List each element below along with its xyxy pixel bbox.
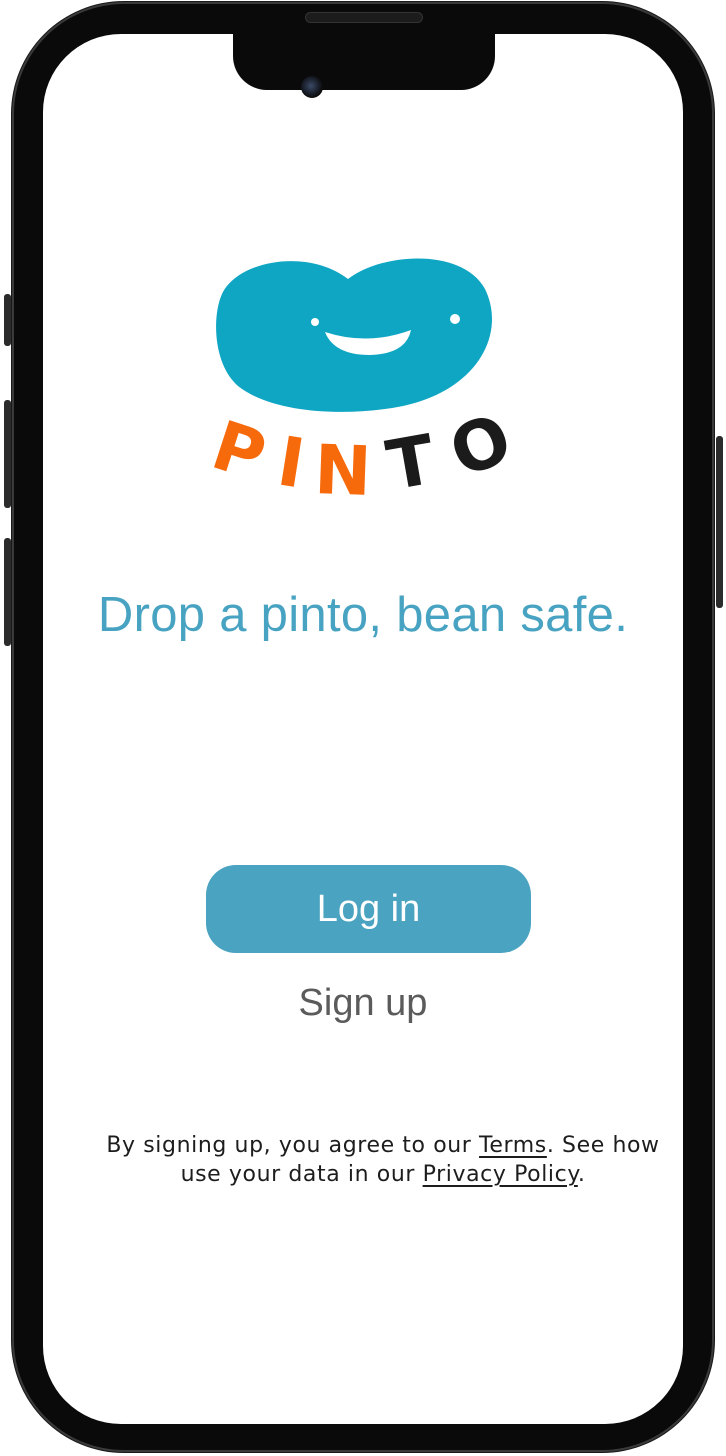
logo-letter-i: I <box>272 423 309 504</box>
privacy-policy-link[interactable]: Privacy Policy <box>423 1162 578 1187</box>
terms-link[interactable]: Terms <box>479 1133 547 1158</box>
tagline: Drop a pinto, bean safe. <box>97 588 629 642</box>
bean-shape <box>216 258 492 412</box>
app-screen: P I N T O Drop a pinto, bean safe. Log i… <box>43 34 683 1424</box>
logo-letter-n: N <box>313 431 373 504</box>
login-button[interactable]: Log in <box>206 865 531 953</box>
volume-down-button <box>4 538 11 646</box>
notch <box>233 34 495 90</box>
legal-text-3: . <box>577 1162 586 1187</box>
logo-letter-o: O <box>439 399 522 494</box>
legal-text-1: By signing up, you agree to our <box>106 1133 480 1158</box>
earpiece-speaker <box>305 12 423 23</box>
signup-link[interactable]: Sign up <box>43 982 683 1025</box>
power-button <box>716 436 723 608</box>
pinto-logo: P I N T O <box>203 258 523 504</box>
bean-eye-left <box>311 318 319 326</box>
volume-up-button <box>4 400 11 508</box>
bean-eye-right <box>450 314 460 324</box>
front-camera <box>301 76 323 98</box>
legal-disclaimer: By signing up, you agree to our Terms. S… <box>83 1131 683 1189</box>
login-button-label: Log in <box>316 887 421 930</box>
silent-switch <box>4 294 11 346</box>
logo-letter-p: P <box>203 406 275 497</box>
logo-letter-t: T <box>381 420 441 504</box>
